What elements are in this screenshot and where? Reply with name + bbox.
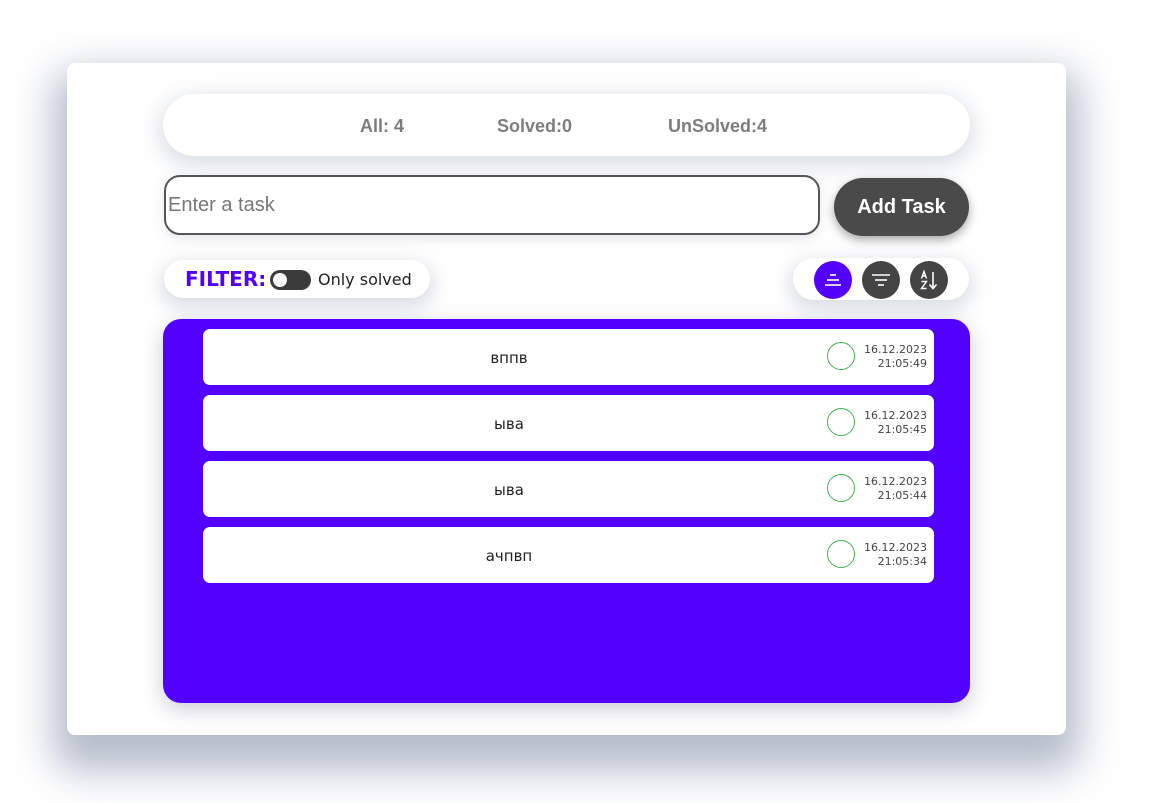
task-item: ачпвп 16.12.2023 21:05:34 xyxy=(203,527,934,583)
task-list: вппв 16.12.2023 21:05:49 ыва 16.12.2023 … xyxy=(163,319,970,703)
task-time: 21:05:34 xyxy=(877,555,927,568)
task-date: 16.12.2023 xyxy=(864,475,927,488)
task-date: 16.12.2023 xyxy=(864,541,927,554)
task-timestamp: 16.12.2023 21:05:45 xyxy=(863,409,927,437)
task-timestamp: 16.12.2023 21:05:49 xyxy=(863,343,927,371)
toggle-knob xyxy=(273,273,287,287)
stat-all: All: 4 xyxy=(360,116,405,136)
task-text: ачпвп xyxy=(485,547,533,565)
task-text: ыва xyxy=(494,481,524,499)
task-timestamp: 16.12.2023 21:05:44 xyxy=(863,475,927,503)
task-time: 21:05:49 xyxy=(877,357,927,370)
stat-solved: Solved:0 xyxy=(497,116,573,136)
task-item: ыва 16.12.2023 21:05:45 xyxy=(203,395,934,451)
filter-lines-icon xyxy=(872,274,890,286)
stats-bar: All: 4 Solved:0 UnSolved:4 xyxy=(163,94,970,156)
task-solve-checkbox[interactable] xyxy=(827,474,855,502)
filter-panel: FILTER: Only solved xyxy=(164,260,430,298)
only-solved-toggle[interactable] xyxy=(270,270,311,290)
stat-unsolved: UnSolved:4 xyxy=(668,116,768,136)
sort-az-button[interactable] xyxy=(910,261,948,299)
task-solve-checkbox[interactable] xyxy=(827,408,855,436)
task-input[interactable] xyxy=(164,175,820,235)
task-timestamp: 16.12.2023 21:05:34 xyxy=(863,541,927,569)
add-task-button[interactable]: Add Task xyxy=(834,178,969,236)
task-solve-checkbox[interactable] xyxy=(827,540,855,568)
task-date: 16.12.2023 xyxy=(864,343,927,356)
task-item: вппв 16.12.2023 21:05:49 xyxy=(203,329,934,385)
task-text: ыва xyxy=(494,415,524,433)
task-time: 21:05:45 xyxy=(877,423,927,436)
align-center-sort-button[interactable] xyxy=(814,261,852,299)
filter-label: FILTER: xyxy=(185,267,267,291)
only-solved-label: Only solved xyxy=(318,270,412,289)
task-text: вппв xyxy=(490,349,528,367)
task-solve-checkbox[interactable] xyxy=(827,342,855,370)
sort-panel xyxy=(793,258,969,300)
task-date: 16.12.2023 xyxy=(864,409,927,422)
filter-lines-sort-button[interactable] xyxy=(862,261,900,299)
sort-az-icon xyxy=(920,269,938,290)
task-time: 21:05:44 xyxy=(877,489,927,502)
align-center-icon xyxy=(825,274,841,286)
task-item: ыва 16.12.2023 21:05:44 xyxy=(203,461,934,517)
todo-card: All: 4 Solved:0 UnSolved:4 Add Task FILT… xyxy=(67,63,1066,735)
